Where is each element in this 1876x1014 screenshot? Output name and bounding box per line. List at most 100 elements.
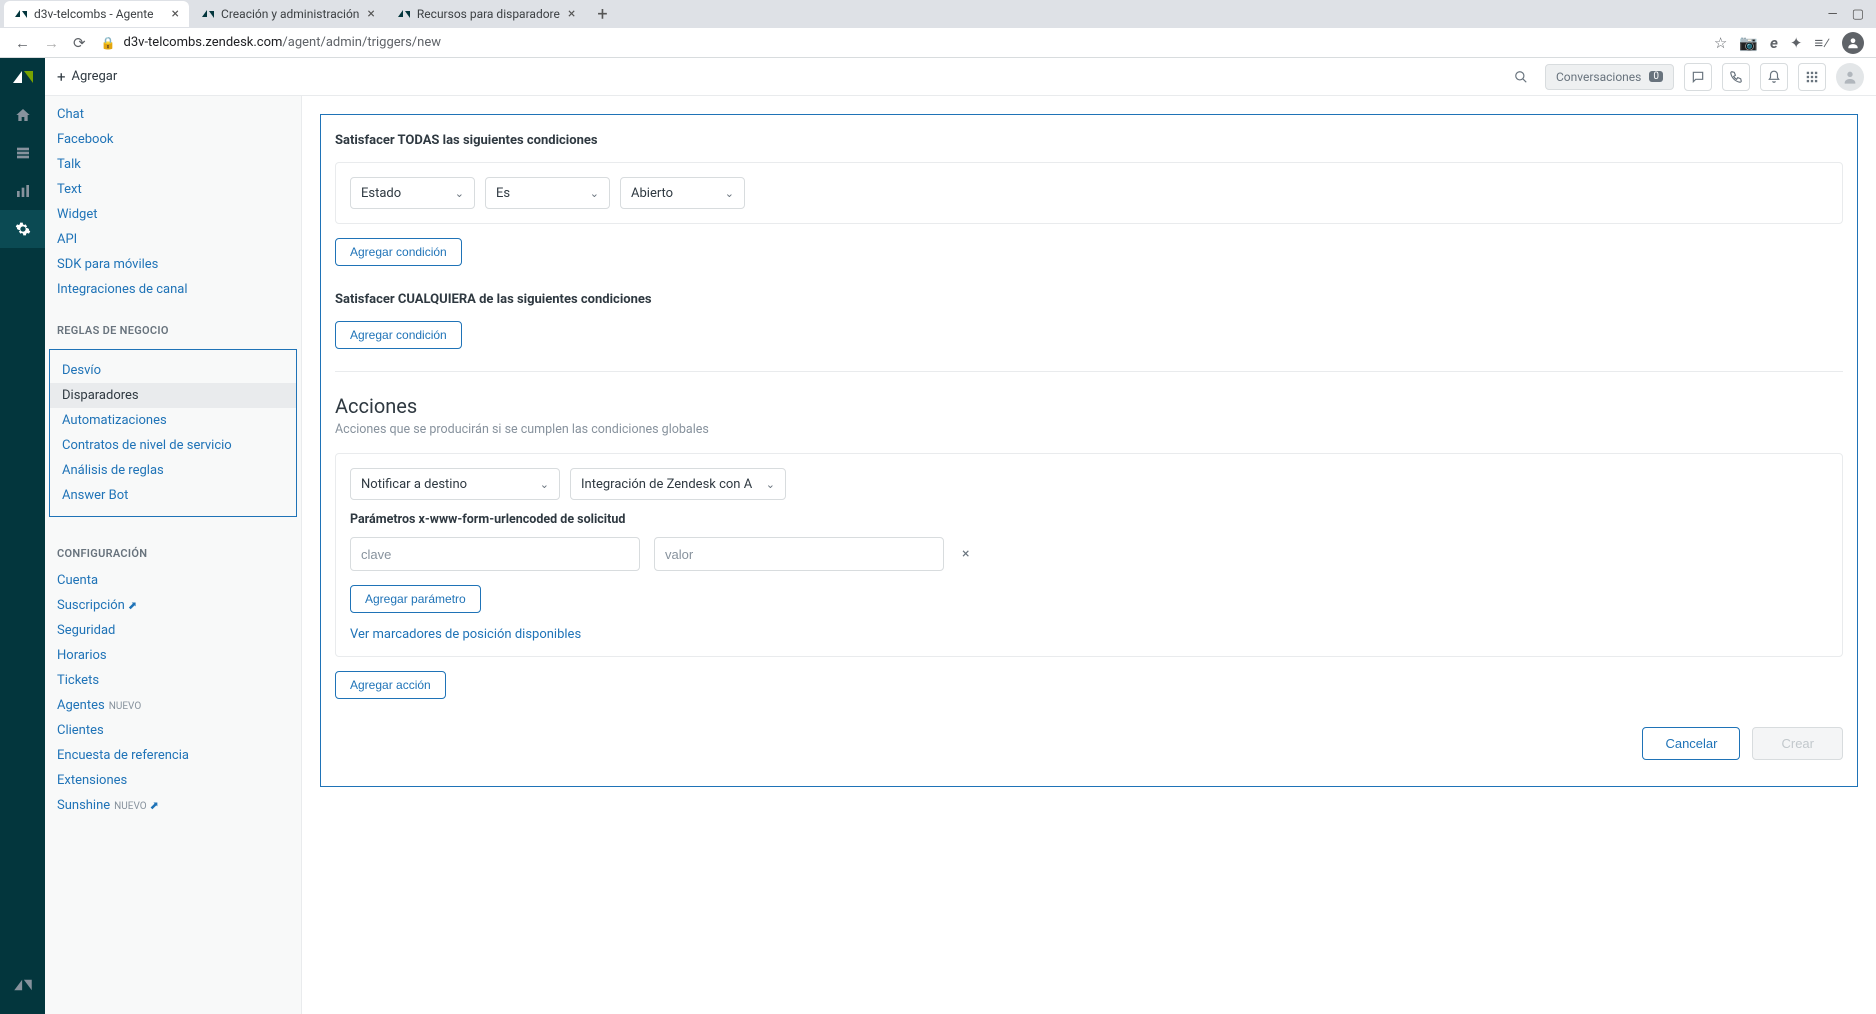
sidebar-link-triggers[interactable]: Disparadores [50, 383, 296, 408]
tab-title: Creación y administración [221, 7, 359, 21]
chevron-down-icon: ⌄ [711, 187, 734, 200]
admin-sidebar[interactable]: Chat Facebook Talk Text Widget API SDK p… [45, 96, 302, 1014]
sidebar-link-account[interactable]: Cuenta [45, 568, 301, 593]
tab-title: d3v-telcombs - Agente [34, 7, 154, 21]
url-field[interactable]: 🔒 d3v-telcombs.zendesk.com/agent/admin/t… [101, 35, 1706, 50]
url-path: /agent/admin/triggers/new [282, 35, 441, 50]
plus-icon: + [57, 68, 66, 86]
search-icon[interactable] [1507, 63, 1535, 91]
star-icon[interactable]: ☆ [1714, 34, 1727, 52]
nav-views[interactable] [0, 134, 45, 172]
reading-list-icon[interactable]: ≡⁄ [1814, 34, 1830, 52]
action-type-select[interactable]: Notificar a destino⌄ [350, 468, 560, 500]
sidebar-link-routing[interactable]: Desvío [50, 358, 296, 383]
extensions-icon[interactable]: ✦ [1790, 34, 1803, 52]
sidebar-link-text[interactable]: Text [45, 177, 301, 202]
sidebar-link-customers[interactable]: Clientes [45, 718, 301, 743]
sidebar-link-agents[interactable]: AgentesNUEVO [45, 693, 301, 718]
profile-avatar[interactable] [1842, 32, 1864, 54]
sidebar-section-rules: REGLAS DE NEGOCIO [45, 302, 301, 345]
zendesk-favicon [397, 7, 411, 21]
browser-tab-0[interactable]: d3v-telcombs - Agente × [4, 1, 189, 27]
sidebar-link-answer-bot[interactable]: Answer Bot [50, 483, 296, 508]
close-icon[interactable]: × [367, 6, 374, 22]
sidebar-link-tickets[interactable]: Tickets [45, 668, 301, 693]
any-conditions-header: Satisfacer CUALQUIERA de las siguientes … [335, 292, 1843, 307]
external-link-icon: ⬈ [150, 799, 159, 812]
notification-icon[interactable] [1760, 63, 1788, 91]
zendesk-icon[interactable] [0, 966, 45, 1004]
maximize-icon[interactable]: ▢ [1852, 7, 1864, 22]
chevron-down-icon: ⌄ [576, 187, 599, 200]
add-action-button[interactable]: Agregar acción [335, 671, 446, 699]
param-value-input[interactable] [654, 537, 944, 571]
param-key-input[interactable] [350, 537, 640, 571]
sidebar-link-sdk[interactable]: SDK para móviles [45, 252, 301, 277]
browser-tab-strip: d3v-telcombs - Agente × Creación y admin… [0, 0, 1876, 28]
actions-subtitle: Acciones que se producirán si se cumplen… [335, 422, 1843, 437]
sidebar-link-schedules[interactable]: Horarios [45, 643, 301, 668]
nav-home[interactable] [0, 96, 45, 134]
sidebar-link-sunshine[interactable]: SunshineNUEVO⬈ [45, 793, 301, 818]
forward-button[interactable]: → [37, 34, 66, 52]
create-button: Crear [1752, 727, 1843, 760]
chevron-down-icon: ⌄ [526, 478, 549, 491]
user-avatar[interactable] [1836, 63, 1864, 91]
add-param-button[interactable]: Agregar parámetro [350, 585, 481, 613]
camera-icon[interactable]: 📷 [1739, 34, 1758, 52]
sidebar-link-channel-integrations[interactable]: Integraciones de canal [45, 277, 301, 302]
close-icon[interactable]: × [172, 6, 179, 22]
all-conditions-block: Estado⌄ Es⌄ Abierto⌄ [335, 162, 1843, 224]
reload-button[interactable]: ⟳ [66, 34, 93, 52]
minimize-icon[interactable]: — [1828, 7, 1838, 22]
action-target-select[interactable]: Integración de Zendesk con API de SMS⌄ [570, 468, 786, 500]
evernote-icon[interactable]: e [1770, 34, 1778, 52]
action-block: Notificar a destino⌄ Integración de Zend… [335, 453, 1843, 657]
sidebar-link-sla[interactable]: Contratos de nivel de servicio [50, 433, 296, 458]
view-placeholders-link[interactable]: Ver marcadores de posición disponibles [350, 627, 581, 642]
sidebar-link-security[interactable]: Seguridad [45, 618, 301, 643]
browser-tab-1[interactable]: Creación y administración × [191, 1, 385, 27]
add-all-condition-button[interactable]: Agregar condición [335, 238, 462, 266]
sidebar-link-subscription[interactable]: Suscripción⬈ [45, 593, 301, 618]
chevron-down-icon: ⌄ [441, 187, 464, 200]
add-any-condition-button[interactable]: Agregar condición [335, 321, 462, 349]
sidebar-link-rule-analysis[interactable]: Análisis de reglas [50, 458, 296, 483]
back-button[interactable]: ← [8, 34, 37, 52]
add-label: Agregar [72, 69, 118, 84]
remove-param-button[interactable]: × [958, 546, 973, 562]
condition-value-select[interactable]: Abierto⌄ [620, 177, 745, 209]
external-link-icon: ⬈ [128, 599, 137, 612]
condition-operator-select[interactable]: Es⌄ [485, 177, 610, 209]
conversations-chip[interactable]: Conversaciones 0 [1545, 64, 1674, 90]
condition-field-select[interactable]: Estado⌄ [350, 177, 475, 209]
sidebar-link-chat[interactable]: Chat [45, 102, 301, 127]
sidebar-link-api[interactable]: API [45, 227, 301, 252]
zendesk-favicon [14, 7, 28, 21]
browser-tab-2[interactable]: Recursos para disparadore × [387, 1, 585, 27]
nav-admin[interactable] [0, 210, 45, 248]
sidebar-link-facebook[interactable]: Facebook [45, 127, 301, 152]
conversations-label: Conversaciones [1556, 70, 1641, 84]
chat-icon[interactable] [1684, 63, 1712, 91]
sidebar-link-automations[interactable]: Automatizaciones [50, 408, 296, 433]
lock-icon: 🔒 [101, 36, 116, 50]
url-host: d3v-telcombs.zendesk.com [124, 35, 283, 50]
zendesk-logo[interactable] [0, 58, 45, 96]
apps-icon[interactable] [1798, 63, 1826, 91]
add-button[interactable]: + Agregar [57, 68, 117, 86]
sidebar-link-benchmark[interactable]: Encuesta de referencia [45, 743, 301, 768]
new-tab-button[interactable]: + [587, 4, 617, 25]
trigger-form: Satisfacer TODAS las siguientes condicio… [320, 114, 1858, 787]
nav-rail [0, 58, 45, 1014]
address-bar: ← → ⟳ 🔒 d3v-telcombs.zendesk.com/agent/a… [0, 28, 1876, 58]
all-conditions-header: Satisfacer TODAS las siguientes condicio… [335, 133, 1843, 148]
chevron-down-icon: ⌄ [752, 478, 775, 491]
close-icon[interactable]: × [568, 6, 575, 22]
nav-reports[interactable] [0, 172, 45, 210]
cancel-button[interactable]: Cancelar [1642, 727, 1740, 760]
sidebar-link-talk[interactable]: Talk [45, 152, 301, 177]
sidebar-link-widget[interactable]: Widget [45, 202, 301, 227]
phone-icon[interactable] [1722, 63, 1750, 91]
sidebar-link-extensions[interactable]: Extensiones [45, 768, 301, 793]
